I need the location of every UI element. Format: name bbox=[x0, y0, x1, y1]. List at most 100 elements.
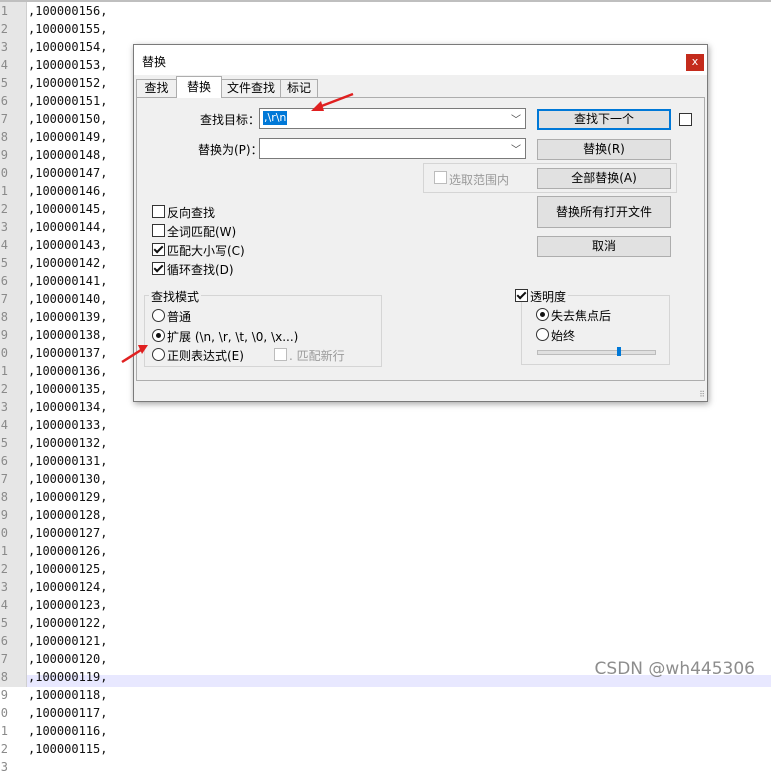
transparency-slider-thumb[interactable] bbox=[616, 347, 621, 356]
line-text[interactable]: ,100000154, bbox=[28, 38, 107, 56]
line-text[interactable]: ,100000139, bbox=[28, 308, 107, 326]
editor-line[interactable]: 2 ,100000125, bbox=[0, 560, 771, 578]
editor-line[interactable]: 7 ,100000130, bbox=[0, 470, 771, 488]
line-text[interactable]: ,100000151, bbox=[28, 92, 107, 110]
line-text[interactable]: ,100000155, bbox=[28, 20, 107, 38]
transparency-checkbox[interactable] bbox=[515, 289, 528, 302]
replace-all-button[interactable]: 全部替换(A) bbox=[537, 168, 671, 189]
line-number: 9 bbox=[0, 688, 8, 702]
line-text[interactable]: ,100000120, bbox=[28, 650, 107, 668]
editor-line[interactable]: 2 ,100000155, bbox=[0, 20, 771, 38]
editor-line[interactable]: 3 ,100000124, bbox=[0, 578, 771, 596]
line-text[interactable]: ,100000137, bbox=[28, 344, 107, 362]
line-text[interactable]: ,100000127, bbox=[28, 524, 107, 542]
line-text[interactable]: ,100000145, bbox=[28, 200, 107, 218]
line-text[interactable]: ,100000156, bbox=[28, 2, 107, 20]
mode-extended-radio[interactable] bbox=[152, 329, 165, 342]
line-text[interactable]: ,100000116, bbox=[28, 722, 107, 740]
editor-line[interactable]: 1 ,100000156, bbox=[0, 2, 771, 20]
replace-all-open-docs-button[interactable]: 替换所有打开文件 bbox=[537, 196, 671, 228]
tab-mark[interactable]: 标记 bbox=[280, 79, 318, 97]
line-text[interactable]: ,100000146, bbox=[28, 182, 107, 200]
editor-line[interactable]: 1 ,100000116, bbox=[0, 722, 771, 740]
editor-line[interactable]: 2 ,100000115, bbox=[0, 740, 771, 758]
editor-line[interactable]: 8 ,100000129, bbox=[0, 488, 771, 506]
line-text[interactable]: ,100000133, bbox=[28, 416, 107, 434]
line-text[interactable]: ,100000131, bbox=[28, 452, 107, 470]
line-text[interactable]: ,100000132, bbox=[28, 434, 107, 452]
editor-line[interactable]: 3 bbox=[0, 758, 771, 776]
find-what-combo[interactable]: ,\r\n ﹀ bbox=[259, 108, 526, 129]
editor-line[interactable]: 0 ,100000127, bbox=[0, 524, 771, 542]
editor-line[interactable]: 6 ,100000131, bbox=[0, 452, 771, 470]
tab-find-in-files[interactable]: 文件查找 bbox=[221, 79, 281, 97]
transparency-slider-track[interactable] bbox=[537, 350, 656, 355]
line-text[interactable]: ,100000144, bbox=[28, 218, 107, 236]
line-text[interactable]: ,100000150, bbox=[28, 110, 107, 128]
line-text[interactable]: ,100000119, bbox=[28, 668, 107, 686]
line-text[interactable]: ,100000134, bbox=[28, 398, 107, 416]
mode-regex-radio[interactable] bbox=[152, 348, 165, 361]
whole-word-checkbox[interactable] bbox=[152, 224, 165, 237]
replace-with-combo[interactable]: ﹀ bbox=[259, 138, 526, 159]
line-text[interactable]: ,100000148, bbox=[28, 146, 107, 164]
line-text[interactable]: ,100000138, bbox=[28, 326, 107, 344]
line-text[interactable]: ,100000142, bbox=[28, 254, 107, 272]
replace-button[interactable]: 替换(R) bbox=[537, 139, 671, 160]
match-case-checkbox[interactable] bbox=[152, 243, 165, 256]
line-text[interactable]: ,100000136, bbox=[28, 362, 107, 380]
line-number: 2 bbox=[0, 382, 8, 396]
line-text[interactable]: ,100000121, bbox=[28, 632, 107, 650]
resize-grip-icon[interactable]: ⠿ bbox=[699, 390, 705, 399]
line-text[interactable]: ,100000153, bbox=[28, 56, 107, 74]
line-text[interactable]: ,100000141, bbox=[28, 272, 107, 290]
find-what-value[interactable]: ,\r\n bbox=[263, 111, 288, 125]
dialog-titlebar[interactable]: 替换 x bbox=[134, 45, 707, 75]
cancel-button[interactable]: 取消 bbox=[537, 236, 671, 257]
line-text[interactable]: ,100000129, bbox=[28, 488, 107, 506]
line-text[interactable]: ,100000115, bbox=[28, 740, 107, 758]
line-text[interactable]: ,100000140, bbox=[28, 290, 107, 308]
dialog-title: 替换 bbox=[142, 55, 167, 69]
editor-line[interactable]: 6 ,100000121, bbox=[0, 632, 771, 650]
editor-line[interactable]: 4 ,100000123, bbox=[0, 596, 771, 614]
tab-replace[interactable]: 替换 bbox=[176, 76, 222, 98]
editor-line[interactable]: 9 ,100000118, bbox=[0, 686, 771, 704]
dot-matches-newline-checkbox[interactable] bbox=[274, 348, 287, 361]
line-text[interactable]: ,100000123, bbox=[28, 596, 107, 614]
close-button[interactable]: x bbox=[686, 54, 704, 71]
editor-line[interactable]: 5 ,100000132, bbox=[0, 434, 771, 452]
editor-line[interactable]: 1 ,100000126, bbox=[0, 542, 771, 560]
mode-normal-radio[interactable] bbox=[152, 309, 165, 322]
in-selection-checkbox[interactable] bbox=[434, 171, 447, 184]
chevron-down-icon[interactable]: ﹀ bbox=[511, 141, 521, 156]
line-number: 3 bbox=[0, 220, 8, 234]
editor-line[interactable]: 4 ,100000133, bbox=[0, 416, 771, 434]
editor-line[interactable]: 5 ,100000122, bbox=[0, 614, 771, 632]
line-text[interactable]: ,100000128, bbox=[28, 506, 107, 524]
chevron-down-icon[interactable]: ﹀ bbox=[511, 111, 521, 126]
find-next-option-checkbox[interactable] bbox=[679, 113, 692, 126]
line-text[interactable]: ,100000125, bbox=[28, 560, 107, 578]
line-text[interactable]: ,100000149, bbox=[28, 128, 107, 146]
line-text[interactable]: ,100000126, bbox=[28, 542, 107, 560]
line-number: 8 bbox=[0, 490, 8, 504]
wrap-around-checkbox[interactable] bbox=[152, 262, 165, 275]
line-text[interactable]: ,100000143, bbox=[28, 236, 107, 254]
always-radio[interactable] bbox=[536, 328, 549, 341]
tab-find[interactable]: 查找 bbox=[136, 79, 177, 97]
line-text[interactable]: ,100000130, bbox=[28, 470, 107, 488]
line-text[interactable]: ,100000118, bbox=[28, 686, 107, 704]
find-next-button[interactable]: 查找下一个 bbox=[537, 109, 671, 130]
backward-direction-checkbox[interactable] bbox=[152, 205, 165, 218]
on-lose-focus-radio[interactable] bbox=[536, 308, 549, 321]
line-text[interactable]: ,100000122, bbox=[28, 614, 107, 632]
line-text[interactable]: ,100000135, bbox=[28, 380, 107, 398]
line-text[interactable]: ,100000117, bbox=[28, 704, 107, 722]
line-text[interactable]: ,100000147, bbox=[28, 164, 107, 182]
line-text[interactable]: ,100000124, bbox=[28, 578, 107, 596]
editor-line[interactable]: 9 ,100000128, bbox=[0, 506, 771, 524]
line-text[interactable]: ,100000152, bbox=[28, 74, 107, 92]
line-number: 1 bbox=[0, 184, 8, 198]
editor-line[interactable]: 0 ,100000117, bbox=[0, 704, 771, 722]
